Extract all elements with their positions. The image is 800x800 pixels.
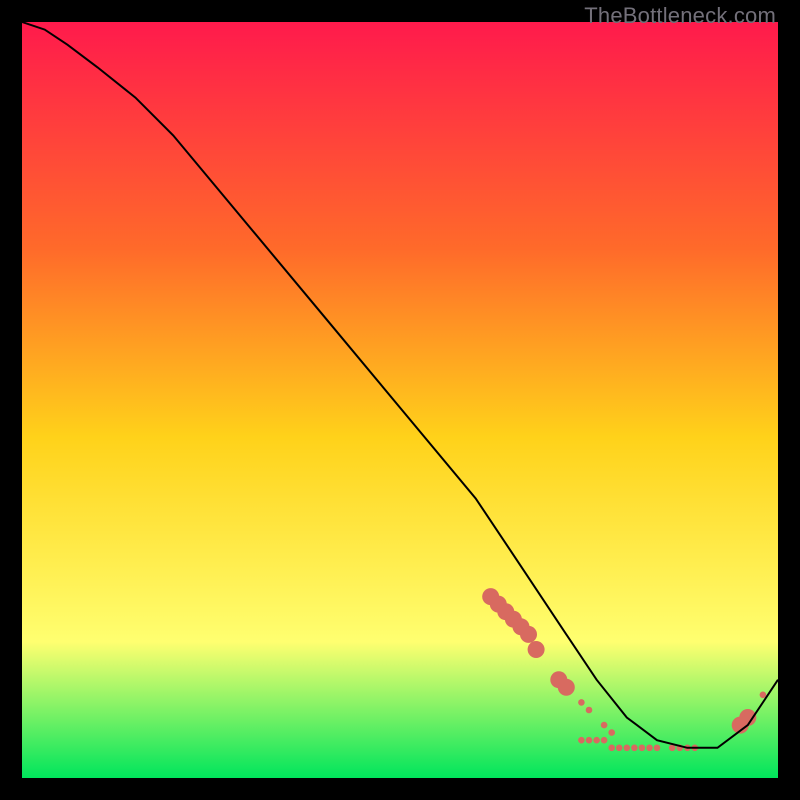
marker-dot [578, 737, 585, 744]
gradient-background [22, 22, 778, 778]
watermark-text: TheBottleneck.com [584, 3, 776, 29]
marker-dot [646, 745, 653, 752]
marker-dot [601, 722, 608, 729]
marker-dot [654, 745, 661, 752]
marker-dot [586, 737, 593, 744]
marker-dot [639, 745, 646, 752]
chart-stage: TheBottleneck.com [0, 0, 800, 800]
marker-dot [520, 626, 537, 643]
marker-dot [631, 745, 638, 752]
marker-dot [624, 745, 631, 752]
marker-dot [601, 737, 608, 744]
marker-dot [578, 699, 585, 706]
marker-dot [586, 707, 593, 714]
marker-dot [608, 729, 615, 736]
marker-dot [528, 641, 545, 658]
marker-dot [760, 692, 767, 699]
marker-dot [558, 679, 575, 696]
bottleneck-chart [22, 22, 778, 778]
marker-dot [593, 737, 600, 744]
marker-dot [608, 745, 615, 752]
marker-dot [616, 745, 623, 752]
